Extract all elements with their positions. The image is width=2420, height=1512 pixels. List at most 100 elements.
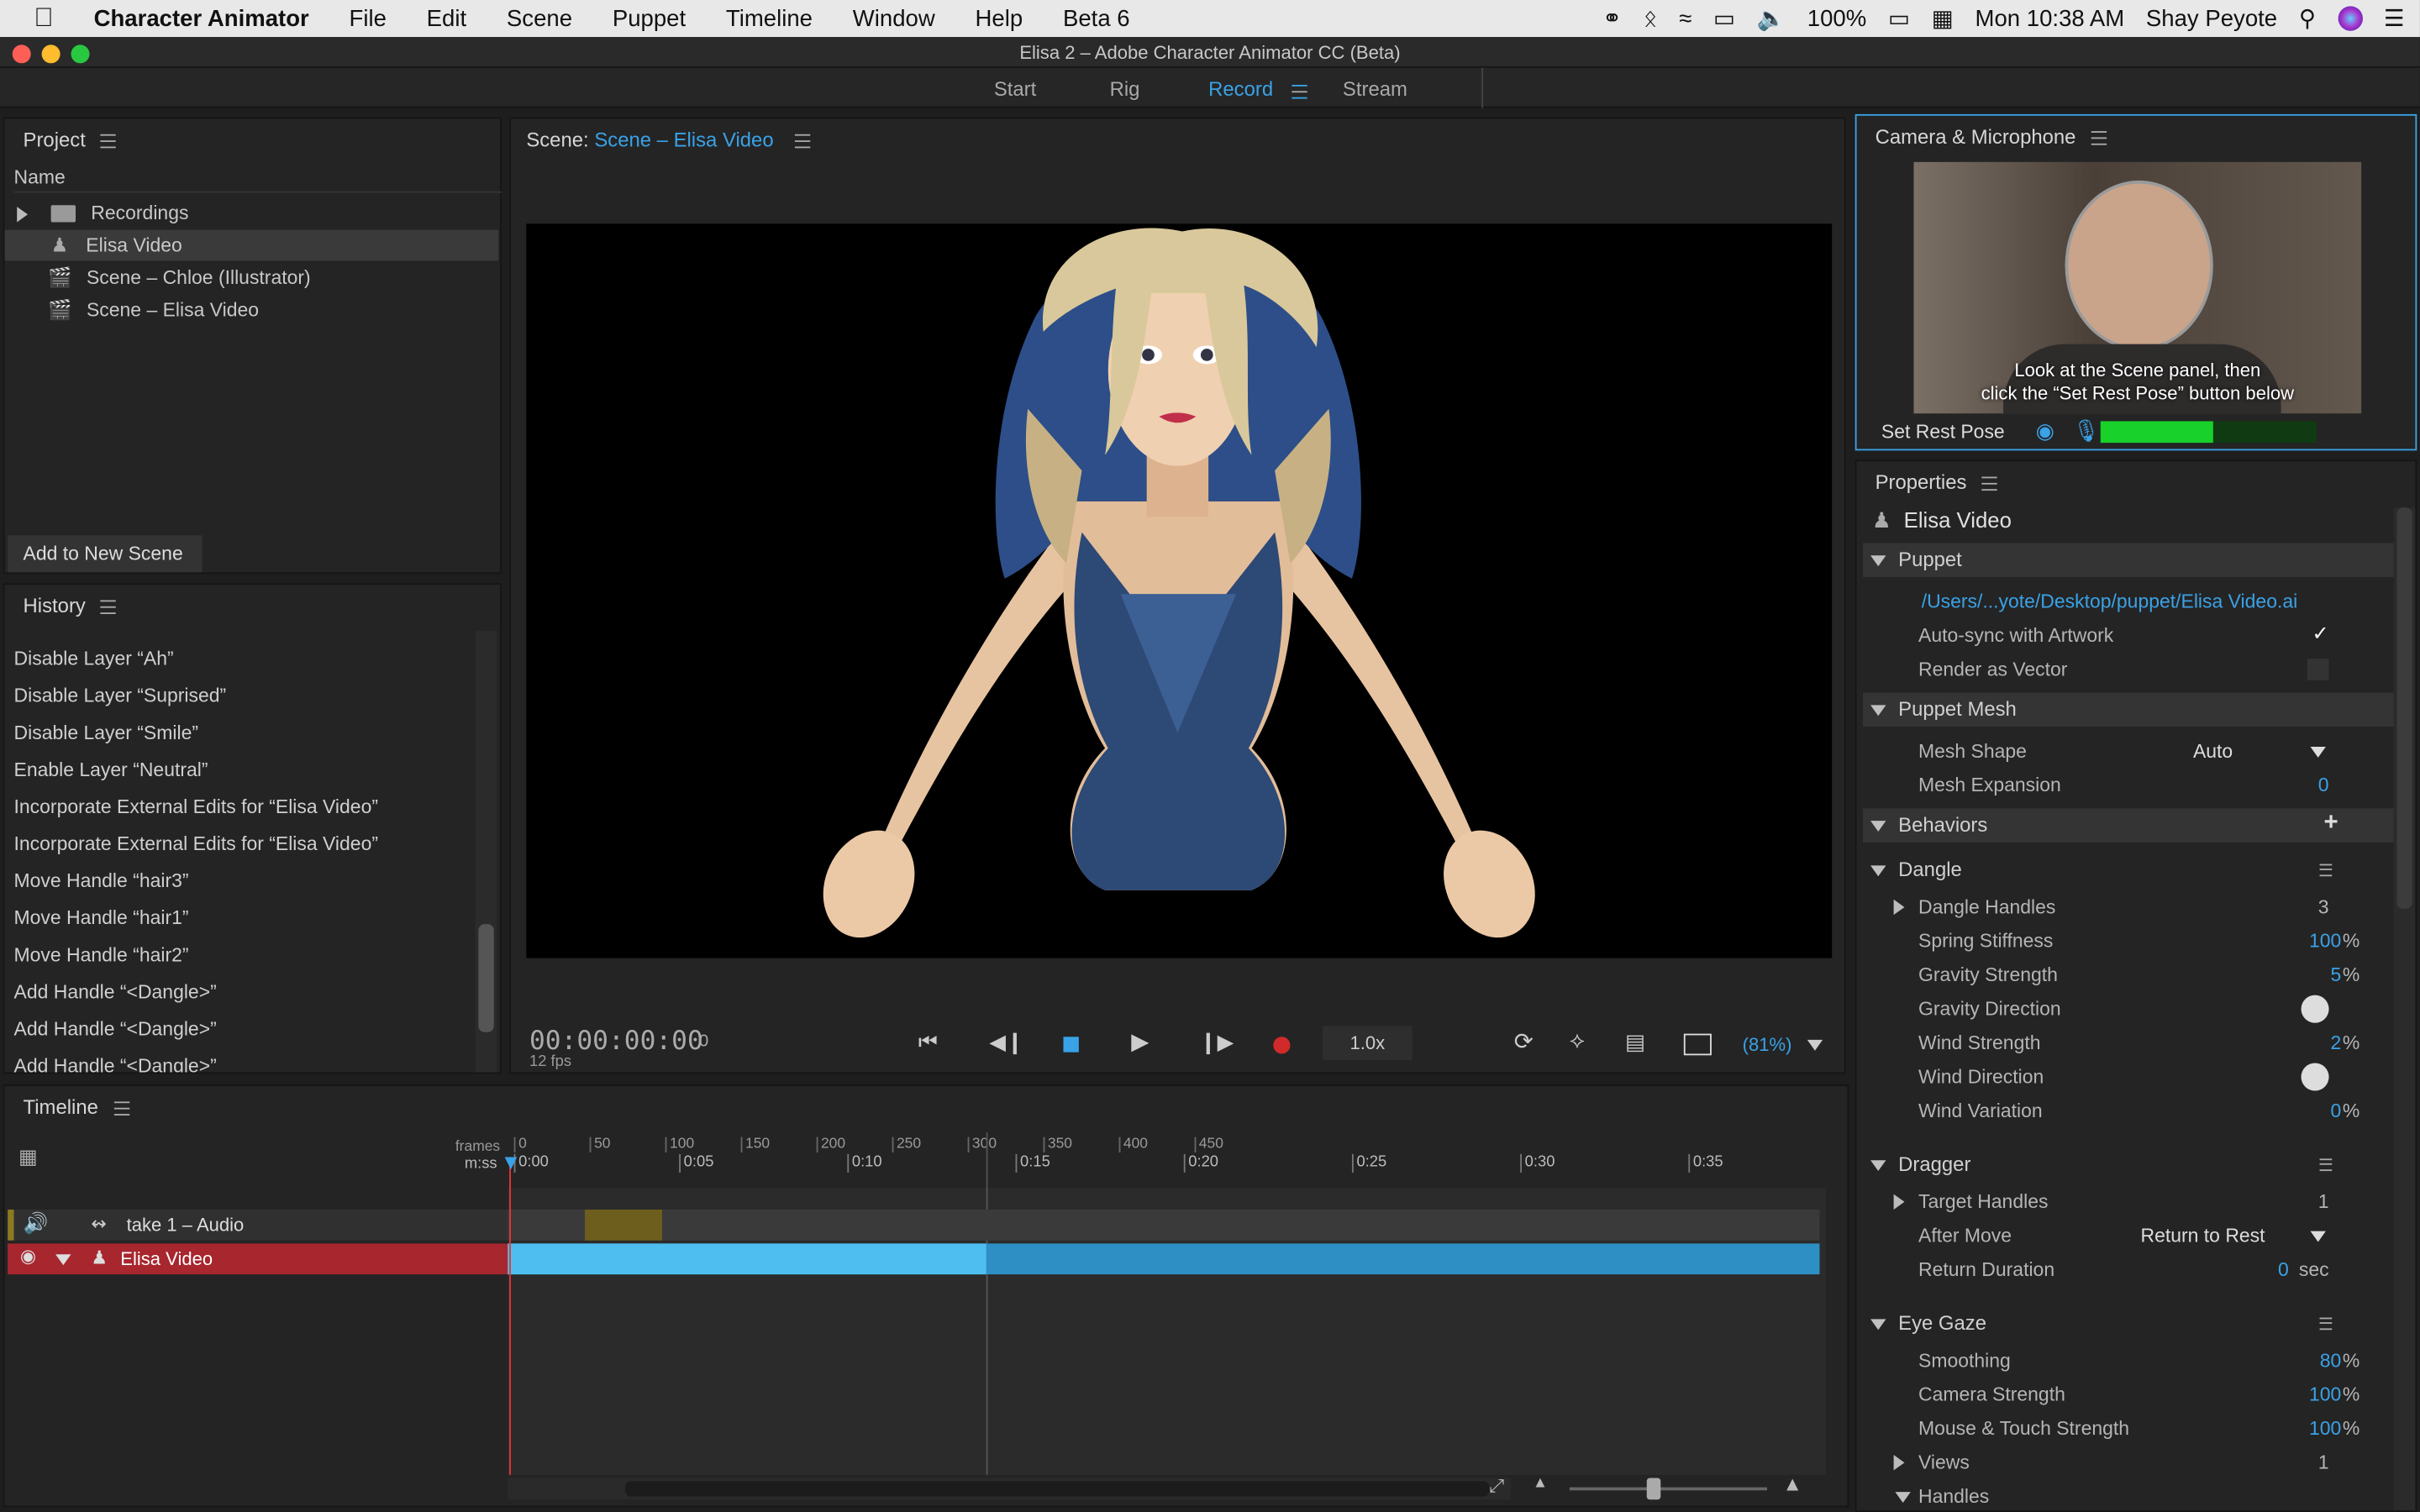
tab-rig[interactable]: Rig: [1110, 77, 1140, 101]
section-behaviors[interactable]: Behaviors +: [1862, 807, 2394, 843]
expand-icon[interactable]: [17, 206, 29, 222]
camera-toggle-icon[interactable]: ◉: [2036, 418, 2054, 444]
history-scrollbar[interactable]: [475, 631, 497, 1073]
wind-direction-dial[interactable]: [2301, 1063, 2329, 1091]
project-menu-icon[interactable]: [101, 134, 117, 149]
record-icon[interactable]: [1273, 1037, 1291, 1054]
menu-app-name[interactable]: Character Animator: [74, 5, 329, 31]
views-row[interactable]: Views 1: [1857, 1446, 2388, 1479]
calendar-icon[interactable]: ▦: [1932, 5, 1954, 32]
play-icon[interactable]: ▶: [1131, 1027, 1149, 1055]
step-forward-icon[interactable]: ❙▶: [1199, 1029, 1234, 1055]
properties-menu-icon[interactable]: [1981, 476, 1998, 491]
add-behavior-icon[interactable]: +: [2323, 807, 2338, 841]
section-puppet-mesh[interactable]: Puppet Mesh: [1862, 692, 2394, 727]
display-icon[interactable]: ▤: [1625, 1029, 1645, 1055]
zoom-slider-thumb[interactable]: [1646, 1478, 1661, 1500]
microphone-icon[interactable]: 🎙: [2073, 418, 2101, 444]
bluetooth-icon[interactable]: ᛟ: [1644, 5, 1658, 31]
handles-row[interactable]: Handles: [1857, 1479, 2388, 1510]
camera-menu-icon[interactable]: [2091, 131, 2107, 145]
menu-timeline[interactable]: Timeline: [706, 5, 833, 31]
set-rest-pose-button[interactable]: Set Rest Pose: [1881, 421, 2005, 443]
mesh-expansion-value[interactable]: 0: [2318, 769, 2329, 802]
timeline-zoom-slider[interactable]: [1569, 1487, 1768, 1491]
volume-icon[interactable]: 🔈: [1757, 5, 1786, 32]
list-item[interactable]: Disable Layer “Smile”: [14, 722, 198, 744]
after-move-dropdown[interactable]: Return to Rest: [2131, 1219, 2328, 1252]
list-item[interactable]: Add Handle “<Dangle>”: [14, 981, 217, 1003]
scene-name[interactable]: Scene – Elisa Video: [594, 128, 773, 151]
user-name[interactable]: Shay Peyote: [2146, 5, 2277, 31]
puppet-track-lane[interactable]: [508, 1243, 1820, 1275]
zoom-in-icon[interactable]: ▲: [1782, 1472, 1802, 1495]
list-item[interactable]: Add Handle “<Dangle>”: [14, 1055, 217, 1072]
fit-timeline-icon[interactable]: ⤢: [1489, 1475, 1504, 1499]
scrollbar-thumb[interactable]: [2396, 507, 2412, 909]
auto-sync-checkbox[interactable]: ✓: [2312, 617, 2329, 651]
minimize-window-button[interactable]: [41, 45, 60, 64]
mesh-shape-dropdown[interactable]: Auto: [2181, 734, 2328, 768]
close-window-button[interactable]: [12, 45, 31, 64]
scene-canvas[interactable]: [526, 223, 1833, 958]
history-list[interactable]: Disable Layer “Ah” Disable Layer “Supris…: [5, 628, 473, 1072]
properties-scrollbar[interactable]: [2393, 507, 2416, 1511]
wifi-icon[interactable]: ≈: [1679, 5, 1691, 31]
list-item[interactable]: Enable Layer “Neutral”: [14, 759, 208, 781]
timeline-menu-icon[interactable]: [113, 1101, 129, 1116]
airplay-icon[interactable]: ▭: [1713, 5, 1735, 32]
expand-track-icon[interactable]: [55, 1254, 71, 1266]
history-menu-icon[interactable]: [101, 600, 117, 615]
spring-stiffness-value[interactable]: 100: [2309, 924, 2341, 958]
go-to-start-icon[interactable]: ⏮: [918, 1029, 938, 1055]
stop-icon[interactable]: [1063, 1037, 1079, 1053]
tab-record[interactable]: Record: [1208, 77, 1273, 101]
clock[interactable]: Mon 10:38 AM: [1975, 5, 2125, 31]
menu-scene[interactable]: Scene: [487, 5, 592, 31]
tab-start[interactable]: Start: [994, 77, 1036, 101]
playhead-handle[interactable]: [504, 1157, 518, 1170]
siri-icon[interactable]: [2337, 6, 2363, 31]
eye-gaze-menu-icon[interactable]: [2319, 1317, 2333, 1331]
timeline-options-icon[interactable]: ▦: [18, 1145, 38, 1169]
smoothing-value[interactable]: 80: [2320, 1344, 2342, 1378]
menu-puppet[interactable]: Puppet: [592, 5, 706, 31]
list-item-scene-elisa[interactable]: 🎬 Scene – Elisa Video: [5, 295, 499, 326]
mouse-touch-strength-value[interactable]: 100: [2309, 1412, 2341, 1446]
list-item[interactable]: Move Handle “hair2”: [14, 944, 189, 966]
return-duration-value[interactable]: 0: [2278, 1252, 2289, 1286]
list-item[interactable]: Disable Layer “Suprised”: [14, 685, 227, 706]
puppet-file-path[interactable]: /Users/...yote/Desktop/puppet/Elisa Vide…: [1922, 591, 2298, 612]
menu-window[interactable]: Window: [833, 5, 955, 31]
list-item[interactable]: Incorporate External Edits for “Elisa Vi…: [14, 796, 378, 818]
zoom-dropdown-icon[interactable]: [1807, 1039, 1823, 1051]
list-item[interactable]: Move Handle “hair3”: [14, 870, 189, 892]
creative-cloud-icon[interactable]: ⚭: [1602, 5, 1622, 32]
refresh-icon[interactable]: ⟳: [1514, 1027, 1534, 1055]
dangle-handles-row[interactable]: Dangle Handles 3: [1857, 890, 2388, 924]
scene-menu-icon[interactable]: [794, 134, 811, 149]
list-item-scene-chloe[interactable]: 🎬 Scene – Chloe (Illustrator): [5, 262, 499, 293]
scrollbar-thumb[interactable]: [478, 924, 494, 1032]
audio-clip[interactable]: [585, 1209, 662, 1241]
gravity-direction-dial[interactable]: [2301, 995, 2329, 1023]
playhead[interactable]: [509, 1160, 511, 1475]
track-audio[interactable]: 🔊 ↭ take 1 – Audio: [8, 1209, 508, 1241]
list-item[interactable]: Add Handle “<Dangle>”: [14, 1018, 217, 1040]
zoom-out-icon[interactable]: ▲: [1533, 1475, 1548, 1492]
wind-strength-value[interactable]: 2: [2331, 1026, 2342, 1059]
dragger-menu-icon[interactable]: [2319, 1158, 2333, 1172]
spotlight-search-icon[interactable]: ⚲: [2299, 5, 2316, 32]
menu-beta[interactable]: Beta 6: [1043, 5, 1150, 31]
tab-stream[interactable]: Stream: [1343, 77, 1407, 101]
zoom-level[interactable]: (81%): [1743, 1034, 1792, 1056]
menu-file[interactable]: File: [329, 5, 407, 31]
behavior-dangle[interactable]: Dangle: [1863, 853, 2394, 887]
mesh-icon[interactable]: ⟡: [1570, 1027, 1585, 1053]
list-item-elisa-video[interactable]: ♟ Elisa Video: [4, 229, 499, 261]
timeline-ruler[interactable]: 0 50 100 150 200 250 300 350 400 450 0:00 0:05 0:10 0…: [511, 1129, 1820, 1188]
menu-help[interactable]: Help: [955, 5, 1043, 31]
notification-center-icon[interactable]: ☰: [2384, 5, 2405, 32]
camera-strength-value[interactable]: 100: [2309, 1378, 2341, 1411]
behavior-dragger[interactable]: Dragger: [1863, 1148, 2394, 1182]
